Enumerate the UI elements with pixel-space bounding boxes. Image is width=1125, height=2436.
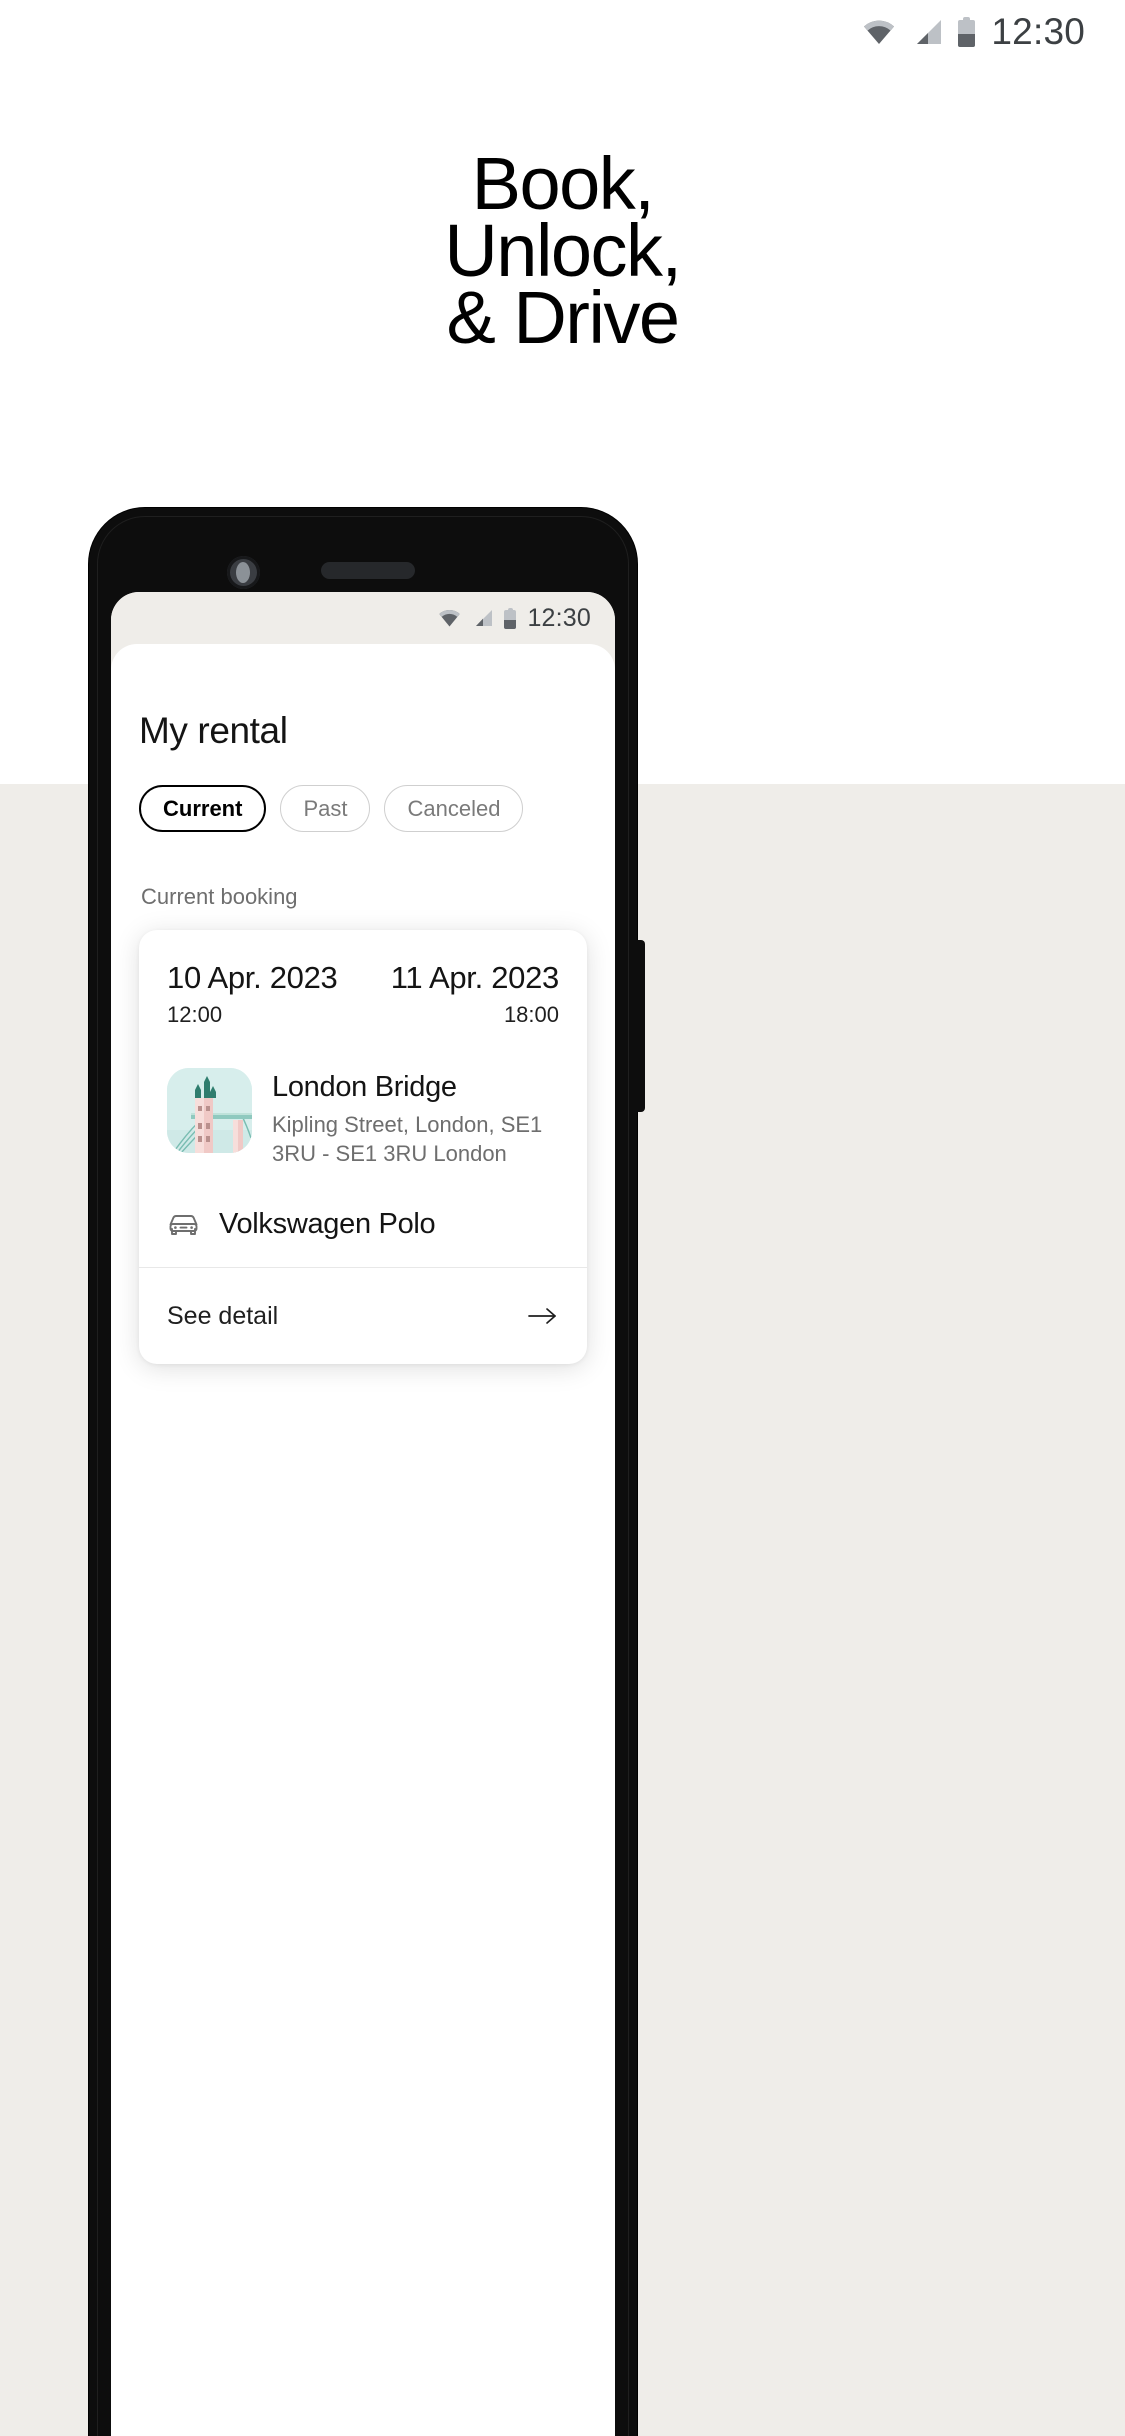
booking-location: London Bridge Kipling Street, London, SE… <box>167 1068 559 1168</box>
app-content-surface: My rental Current Past Canceled Current … <box>111 644 615 2436</box>
battery-icon <box>504 607 517 629</box>
tab-current-label: Current <box>163 795 243 821</box>
hero-line-2: Unlock, <box>444 209 682 292</box>
phone-screen: 12:30 My rental Current Past Canceled Cu… <box>111 592 615 2436</box>
tab-canceled[interactable]: Canceled <box>384 785 524 832</box>
app-status-bar: 12:30 <box>111 592 615 644</box>
booking-filter-tabs: Current Past Canceled <box>139 785 587 832</box>
front-camera-icon <box>227 556 260 589</box>
cellular-signal-icon <box>912 19 942 45</box>
tab-current[interactable]: Current <box>139 785 267 832</box>
tab-canceled-label: Canceled <box>407 795 501 821</box>
booking-end-time: 18:00 <box>503 1002 559 1027</box>
see-detail-row[interactable]: See detail <box>139 1268 587 1364</box>
hero-heading: Book, Unlock, & Drive <box>0 142 1125 359</box>
booking-start-date: 10 Apr. 2023 <box>167 960 338 995</box>
booking-date-range: 10 Apr. 2023 12:00 11 Apr. 2023 18:00 <box>167 960 559 1028</box>
booking-location-address: Kipling Street, London, SE1 3RU - SE1 3R… <box>272 1112 543 1166</box>
tab-past[interactable]: Past <box>280 785 371 832</box>
booking-end-date: 11 Apr. 2023 <box>390 960 560 995</box>
car-icon <box>167 1208 200 1241</box>
app-status-clock: 12:30 <box>527 603 591 632</box>
booking-start-time: 12:00 <box>167 1002 223 1027</box>
cellular-signal-icon <box>472 609 493 627</box>
page-title: My rental <box>139 710 288 751</box>
booking-card[interactable]: 10 Apr. 2023 12:00 11 Apr. 2023 18:00 Lo… <box>139 930 587 1364</box>
hero-line-3: & Drive <box>446 276 680 359</box>
outer-status-bar: 12:30 <box>0 0 1125 64</box>
booking-start: 10 Apr. 2023 12:00 <box>167 960 338 1028</box>
hero-line-1: Book, <box>471 142 655 225</box>
arrow-right-icon[interactable] <box>526 1305 559 1327</box>
booking-end: 11 Apr. 2023 18:00 <box>390 960 560 1028</box>
see-detail-label: See detail <box>167 1301 279 1330</box>
booking-vehicle: Volkswagen Polo <box>167 1208 559 1241</box>
earpiece-speaker <box>321 562 415 579</box>
wifi-icon <box>862 19 896 45</box>
status-bar-clock: 12:30 <box>991 11 1085 52</box>
booking-card-body: 10 Apr. 2023 12:00 11 Apr. 2023 18:00 Lo… <box>139 930 587 1267</box>
battery-icon <box>958 17 976 47</box>
phone-device-mockup: 12:30 My rental Current Past Canceled Cu… <box>89 508 645 2436</box>
power-button[interactable] <box>636 940 645 1112</box>
booking-location-text: London Bridge Kipling Street, London, SE… <box>272 1068 559 1168</box>
booking-location-name: London Bridge <box>272 1071 457 1103</box>
booking-vehicle-name: Volkswagen Polo <box>219 1208 436 1240</box>
tab-past-label: Past <box>303 795 348 821</box>
section-label-current-booking: Current booking <box>141 884 298 909</box>
tower-bridge-illustration-icon <box>167 1068 252 1153</box>
wifi-icon <box>438 609 461 627</box>
